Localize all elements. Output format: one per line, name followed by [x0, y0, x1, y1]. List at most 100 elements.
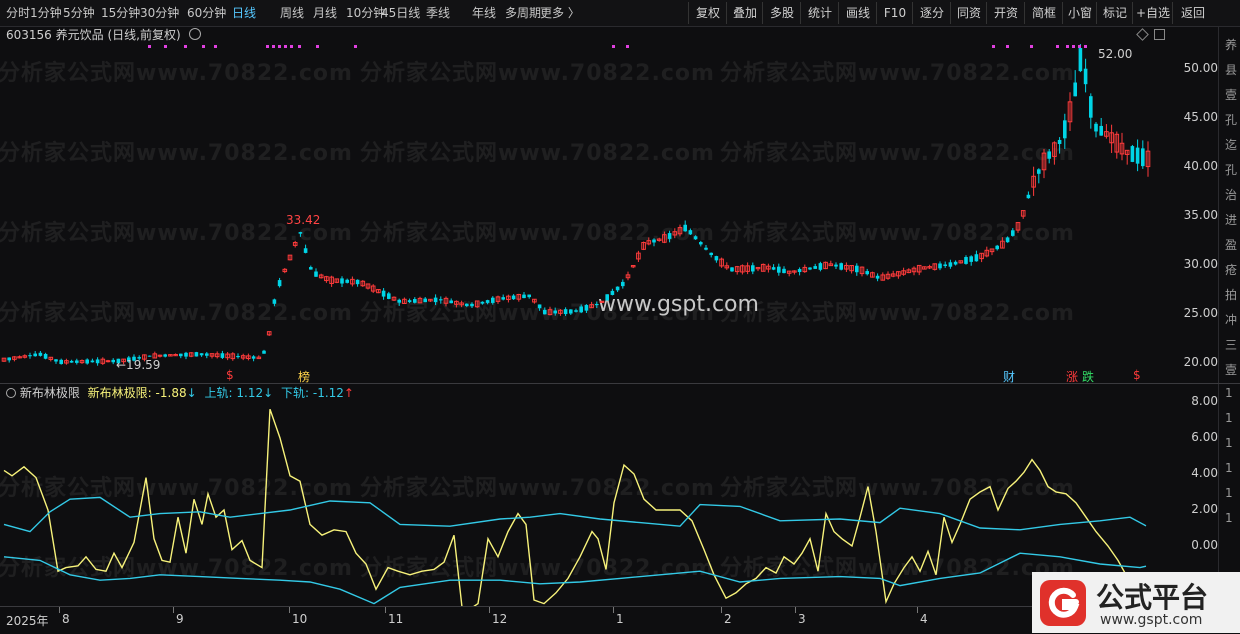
timeframe-tab[interactable]: 月线	[313, 4, 337, 22]
candlestick	[579, 304, 583, 314]
toolbar-button[interactable]: 同资	[950, 2, 987, 24]
candlestick	[85, 358, 89, 365]
indicator-name[interactable]: 新布林极限	[20, 386, 80, 400]
time-tick-label: 9	[176, 612, 184, 626]
upper-band-value: 1.12	[236, 386, 264, 400]
maximize-window-icon[interactable]	[1154, 29, 1165, 40]
candlestick	[470, 302, 474, 308]
candlestick	[262, 349, 266, 354]
toolbar-button[interactable]: 开资	[986, 2, 1025, 24]
time-tick-label: 12	[492, 612, 508, 626]
signal-dot	[272, 45, 275, 48]
candlestick	[48, 356, 54, 362]
candlestick	[771, 264, 776, 271]
toolbar-button[interactable]: 画线	[838, 2, 877, 24]
candlestick	[1130, 144, 1135, 163]
candlestick	[111, 358, 115, 365]
candlestick	[1114, 131, 1120, 159]
timeframe-tab[interactable]: 年线	[472, 4, 496, 22]
candlestick	[896, 271, 901, 279]
side-strip-char: 盈	[1225, 238, 1238, 252]
candlestick	[641, 241, 646, 251]
candlestick	[272, 298, 277, 307]
toolbar-button[interactable]: 统计	[800, 2, 839, 24]
candlestick	[901, 267, 906, 276]
candlestick-chart[interactable]	[0, 44, 1168, 382]
indicator-chart[interactable]	[0, 384, 1168, 606]
toolbar-button[interactable]: 逐分	[912, 2, 951, 24]
signal-dot	[1006, 45, 1009, 48]
candlestick	[916, 264, 922, 276]
event-marker-dollar-2[interactable]: $	[1133, 368, 1141, 382]
candlestick	[683, 220, 687, 232]
candlestick	[485, 299, 490, 305]
timeframe-tab[interactable]: 周线	[280, 4, 304, 22]
toolbar-button[interactable]: 标记	[1096, 2, 1133, 24]
indicator-value-label: 新布林极限:	[87, 386, 152, 400]
lower-band-line	[3, 552, 1147, 605]
timeframe-tab[interactable]: 多周期	[505, 4, 541, 22]
indicator-collapse-icon[interactable]	[6, 388, 16, 398]
side-strip-char: 1	[1225, 386, 1233, 400]
candlestick	[880, 272, 886, 281]
timeframe-tab[interactable]: 更多 〉	[540, 4, 580, 22]
signal-dot	[266, 45, 269, 48]
candlestick	[22, 354, 28, 359]
toolbar-button[interactable]: 返回	[1172, 2, 1213, 24]
candlestick	[236, 353, 240, 359]
gspt-logo: 公式平台 www.gspt.com	[1032, 572, 1240, 633]
candlestick	[318, 273, 324, 279]
lower-band-value: -1.12	[312, 386, 344, 400]
time-tick-label: 2	[724, 612, 732, 626]
candlestick	[350, 276, 355, 287]
toolbar-button[interactable]: 叠加	[726, 2, 763, 24]
candlestick	[938, 261, 942, 271]
candlestick	[298, 231, 303, 237]
timeframe-tab[interactable]: 季线	[426, 4, 450, 22]
candlestick	[615, 286, 620, 293]
settings-icon[interactable]	[188, 28, 201, 40]
candlestick	[173, 353, 178, 357]
toolbar-button[interactable]: 简框	[1024, 2, 1063, 24]
timeframe-tab[interactable]: 5分钟	[63, 4, 95, 22]
time-tick-mark	[289, 607, 290, 613]
candlestick	[506, 294, 511, 303]
timeframe-tab[interactable]: 1分钟	[30, 4, 62, 22]
arrow-down-icon: ↓	[263, 386, 274, 400]
timeframe-tab[interactable]: 15分钟	[101, 4, 140, 22]
toolbar-button[interactable]: 小窗	[1062, 2, 1097, 24]
restore-window-icon[interactable]	[1136, 28, 1149, 41]
candlestick	[688, 228, 693, 236]
candlestick	[911, 266, 917, 276]
toolbar-button[interactable]: 多股	[762, 2, 801, 24]
candlestick	[734, 265, 740, 275]
candlestick	[890, 270, 896, 278]
signal-dot	[1072, 45, 1075, 48]
stock-code: 603156	[6, 28, 52, 42]
price-tick-label: 30.00	[1183, 257, 1218, 271]
candlestick	[813, 263, 817, 269]
side-strip-char: 壹	[1225, 363, 1238, 377]
toolbar-button[interactable]: +自选	[1132, 2, 1173, 24]
time-tick-mark	[613, 607, 614, 613]
time-tick-mark	[59, 607, 60, 613]
timeframe-tab[interactable]: 10分钟	[346, 4, 385, 22]
signal-dot	[164, 45, 167, 48]
timeframe-tab[interactable]: 分时	[6, 4, 30, 22]
lower-band-label: 下轨:	[280, 386, 310, 400]
toolbar-button[interactable]: 复权	[688, 2, 727, 24]
candlestick	[1000, 237, 1005, 249]
candlestick	[17, 355, 22, 359]
timeframe-tab[interactable]: 60分钟	[187, 4, 226, 22]
candlestick	[1015, 222, 1021, 233]
candlestick	[309, 265, 313, 270]
signal-dot	[1084, 45, 1087, 48]
event-marker-dollar[interactable]: $	[226, 368, 234, 382]
toolbar-button[interactable]: F10	[876, 2, 913, 24]
timeframe-tab[interactable]: 45日线	[381, 4, 420, 22]
indicator-tick-label: 2.00	[1191, 502, 1218, 516]
upper-band-line	[3, 496, 1147, 533]
price-tick-label: 40.00	[1183, 159, 1218, 173]
timeframe-tab[interactable]: 30分钟	[140, 4, 179, 22]
timeframe-tab[interactable]: 日线	[232, 4, 256, 22]
